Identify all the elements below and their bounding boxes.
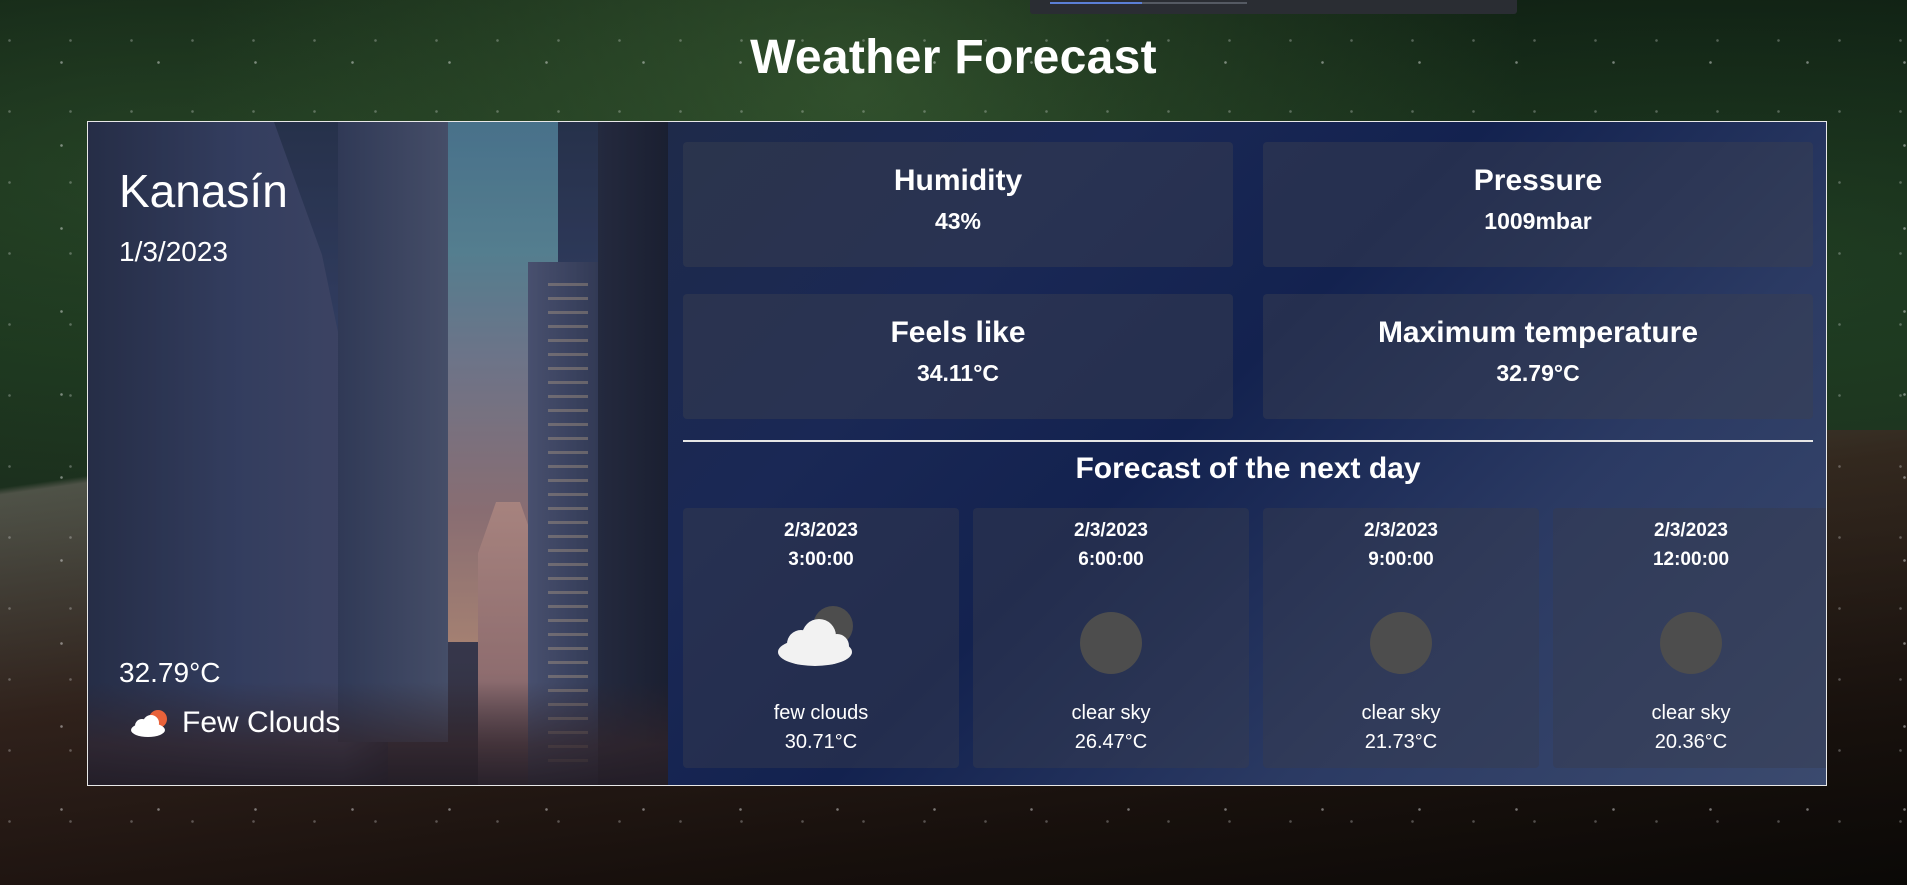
max-temperature-value: 32.79°C — [1496, 360, 1580, 386]
clear-night-moon-icon — [1351, 596, 1451, 686]
humidity-label: Humidity — [893, 164, 1023, 197]
clear-night-moon-icon — [1641, 596, 1741, 686]
feels-like-label: Feels like — [890, 316, 1026, 349]
city-panel: Kanasín 1/3/2023 32.79°C Few Clouds — [88, 122, 668, 785]
forecast-description: clear sky — [1361, 702, 1441, 724]
current-temperature: 32.79°C — [119, 657, 221, 688]
divider — [683, 440, 1813, 442]
feels-like-box: Feels like 34.11°C — [683, 294, 1233, 419]
forecast-description: clear sky — [1071, 702, 1151, 724]
max-temperature-box: Maximum temperature 32.79°C — [1263, 294, 1813, 419]
current-date: 1/3/2023 — [119, 236, 228, 267]
forecast-card: 2/3/2023 3:00:00 few clouds 30.71°C — [683, 508, 959, 768]
forecast-card: 2/3/2023 6:00:00 clear sky 26.47°C — [973, 508, 1249, 768]
current-condition-label: Few Clouds — [182, 706, 341, 739]
forecast-title: Forecast of the next day — [1075, 452, 1421, 485]
forecast-temperature: 20.36°C — [1654, 731, 1728, 753]
forecast-date: 2/3/2023 — [1654, 520, 1728, 541]
weather-card: Kanasín 1/3/2023 32.79°C Few Clouds Humi… — [87, 121, 1827, 786]
city-name: Kanasín — [119, 165, 288, 217]
forecast-time: 12:00:00 — [1652, 549, 1730, 570]
current-condition: Few Clouds — [128, 706, 340, 740]
details-panel: Humidity 43% Pressure 1009mbar Feels lik… — [668, 122, 1826, 785]
forecast-temperature: 30.71°C — [784, 731, 858, 753]
forecast-date: 2/3/2023 — [1074, 520, 1148, 541]
few-clouds-icon — [128, 708, 172, 738]
pressure-value: 1009mbar — [1484, 208, 1592, 234]
humidity-value: 43% — [934, 208, 982, 234]
forecast-card: 2/3/2023 9:00:00 clear sky 21.73°C — [1263, 508, 1539, 768]
forecast-time: 9:00:00 — [1368, 549, 1434, 570]
forecast-card: 2/3/2023 12:00:00 clear sky 20.36°C — [1553, 508, 1826, 768]
clear-night-moon-icon — [1061, 596, 1161, 686]
forecast-date: 2/3/2023 — [1364, 520, 1438, 541]
feels-like-value: 34.11°C — [916, 360, 1000, 386]
pressure-box: Pressure 1009mbar — [1263, 142, 1813, 267]
forecast-date: 2/3/2023 — [784, 520, 858, 541]
forecast-temperature: 21.73°C — [1364, 731, 1438, 753]
scroll-indicator-track — [1142, 2, 1247, 4]
page-title: Weather Forecast — [750, 31, 1157, 84]
pressure-label: Pressure — [1473, 164, 1603, 197]
top-scrollbar[interactable] — [1030, 0, 1517, 14]
scroll-indicator-active — [1050, 2, 1142, 4]
humidity-box: Humidity 43% — [683, 142, 1233, 267]
forecast-description: few clouds — [773, 702, 869, 724]
forecast-time: 6:00:00 — [1078, 549, 1144, 570]
forecast-time: 3:00:00 — [788, 549, 854, 570]
few-clouds-night-icon — [771, 596, 871, 686]
forecast-description: clear sky — [1651, 702, 1731, 724]
max-temperature-label: Maximum temperature — [1377, 316, 1699, 349]
forecast-temperature: 26.47°C — [1074, 731, 1148, 753]
